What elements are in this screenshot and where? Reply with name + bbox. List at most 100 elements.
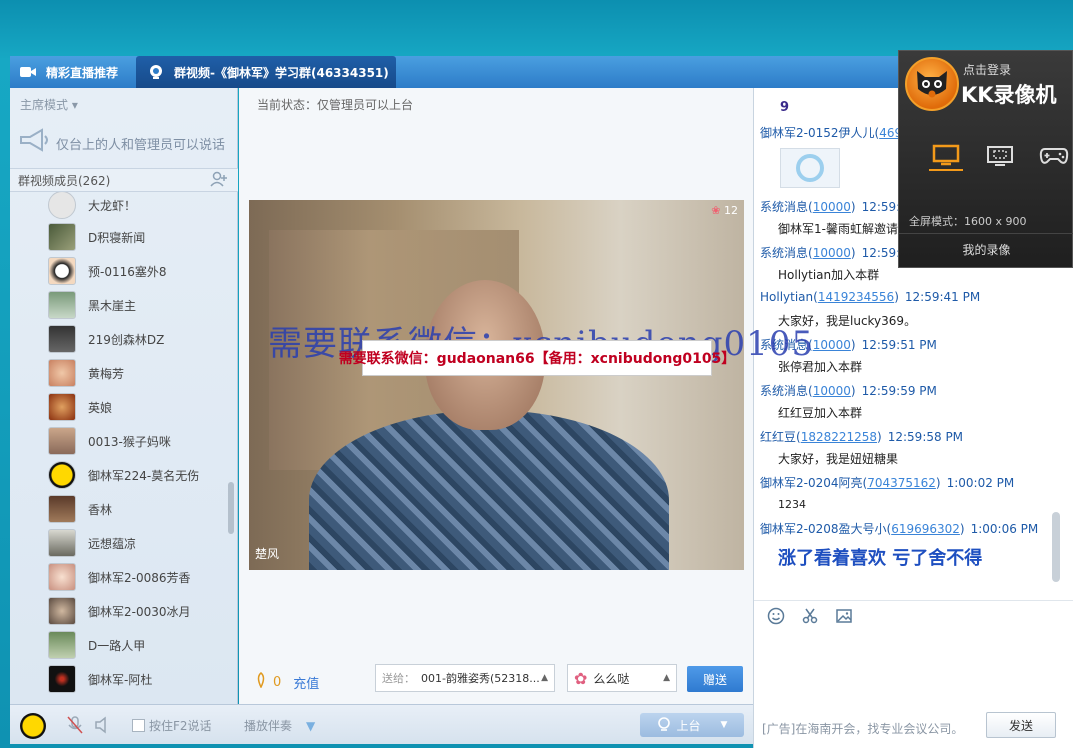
- qq-link[interactable]: 10000: [813, 384, 851, 398]
- qq-link[interactable]: 10000: [813, 338, 851, 352]
- qq-link[interactable]: 10000: [813, 246, 851, 260]
- avatar: [48, 563, 76, 591]
- list-item[interactable]: 香林: [48, 494, 112, 524]
- kk-my-videos-button[interactable]: 我的录像: [899, 233, 1073, 265]
- avatar[interactable]: [20, 713, 46, 739]
- stage-icon: [657, 716, 671, 734]
- list-item[interactable]: 大龙虾！: [48, 192, 136, 220]
- bottom-toolbar: 按住F2说话 播放伴奏 ▼ 上台 ▼: [10, 704, 753, 744]
- message-header: 系统消息(10000) 12:59:4: [760, 246, 908, 260]
- give-gift-button[interactable]: 赠送: [687, 666, 743, 692]
- speaker-icon[interactable]: [94, 715, 112, 735]
- avatar: [48, 359, 76, 387]
- list-item[interactable]: 远想蕴凉: [48, 528, 136, 558]
- go-stage-button[interactable]: 上台 ▼: [640, 713, 744, 737]
- mode-select[interactable]: 主席模式 ▾: [20, 96, 78, 113]
- push-f2-checkbox[interactable]: 按住F2说话: [132, 717, 212, 734]
- send-button[interactable]: 发送: [986, 712, 1056, 738]
- tab-label: 群视频-《御林军》学习群(46334351): [174, 65, 389, 80]
- accompany-dropdown[interactable]: 播放伴奏 ▼: [244, 717, 315, 734]
- video-camera-icon: [18, 64, 38, 80]
- list-item[interactable]: 御林军224-莫名无伤: [48, 460, 199, 490]
- list-item[interactable]: D一路人甲: [48, 630, 145, 660]
- chevron-down-icon: ▼: [720, 720, 728, 730]
- avatar: [48, 192, 76, 219]
- chevron-down-icon: ▼: [306, 718, 316, 733]
- qq-link[interactable]: 619696302: [891, 522, 960, 536]
- message-text: 大家好，我是妞妞糖果: [778, 452, 899, 466]
- list-item[interactable]: 0013-猴子妈咪: [48, 426, 171, 456]
- caret-up-icon: ▲: [663, 673, 670, 683]
- avatar: [48, 257, 76, 285]
- flower-balance: 0 充值: [255, 672, 319, 692]
- message-header: 红红豆(1828221258) 12:59:58 PM: [760, 430, 964, 444]
- chat-scrollbar[interactable]: [1052, 512, 1060, 582]
- message-header: Hollytian(1419234556) 12:59:41 PM: [760, 290, 981, 304]
- message-header: 御林军2-0208盈大号小(619696302) 1:00:06 PM: [760, 522, 1039, 536]
- ad-text[interactable]: [广告]在海南开会，找专业会议公司。: [762, 720, 963, 737]
- camera-user-name: 楚风: [255, 547, 280, 561]
- webcam-icon: [146, 64, 166, 80]
- image-thumbnail[interactable]: [780, 148, 840, 188]
- current-status: 当前状态：仅管理员可以上台: [257, 98, 414, 112]
- list-item[interactable]: 预-0116塞外8: [48, 256, 167, 286]
- member-list-scrollbar[interactable]: [228, 482, 234, 534]
- kk-login-link[interactable]: 点击登录: [963, 61, 1011, 78]
- list-item[interactable]: 御林军2-0030冰月: [48, 596, 191, 626]
- list-item[interactable]: 219创森林DZ: [48, 324, 164, 354]
- qq-link[interactable]: 10000: [813, 200, 851, 214]
- video-area: 当前状态：仅管理员可以上台 ❀ 12 楚风 0 充值 送给： 001-韵雅姿秀(…: [239, 88, 753, 704]
- qq-link[interactable]: 1419234556: [818, 290, 894, 304]
- flower-icon: ❀: [711, 204, 721, 217]
- avatar: [48, 291, 76, 319]
- message-text: 涨了看着喜欢 亏了舍不得: [778, 548, 983, 569]
- tab-live-recommend[interactable]: 精彩直播推荐: [18, 56, 136, 88]
- member-list: 大龙虾！ D积寝新闻 预-0116塞外8 黑木崖主 219创森林DZ 黄梅芳 英…: [10, 192, 238, 704]
- avatar: [48, 461, 76, 489]
- viewer-count: ❀ 12: [711, 204, 738, 217]
- message-header: 御林军2-0152伊人儿(469: [760, 126, 903, 140]
- avatar: [48, 631, 76, 659]
- gamepad-icon[interactable]: [1037, 141, 1071, 171]
- list-item[interactable]: 御林军-阿杜: [48, 664, 152, 694]
- camera-video[interactable]: ❀ 12 楚风: [249, 200, 744, 570]
- avatar: [48, 393, 76, 421]
- region-capture-icon[interactable]: [983, 141, 1017, 171]
- image-icon[interactable]: [834, 606, 854, 626]
- message-header: 系统消息(10000) 12:59:59 PM: [760, 384, 937, 398]
- message-text: Hollytian加入本群: [778, 268, 880, 282]
- gift-select[interactable]: ✿ 么么哒 ▲: [567, 664, 677, 692]
- message-text: 红红豆加入本群: [778, 406, 863, 420]
- scissors-icon[interactable]: [800, 606, 820, 626]
- list-item[interactable]: 御林军2-0086芳香: [48, 562, 191, 592]
- flower-icon: [255, 672, 267, 692]
- list-item[interactable]: 英娘: [48, 392, 112, 422]
- message-text: 1234: [778, 498, 806, 511]
- list-item[interactable]: D积寝新闻: [48, 222, 145, 252]
- fullscreen-monitor-icon[interactable]: [929, 141, 963, 171]
- qq-link[interactable]: 704375162: [867, 476, 936, 490]
- kk-fullscreen-mode: 全屏模式：1600 x 900: [909, 215, 1027, 228]
- qq-link[interactable]: 1828221258: [801, 430, 877, 444]
- charge-link[interactable]: 充值: [293, 673, 319, 692]
- add-member-icon[interactable]: [210, 171, 228, 190]
- avatar: [48, 597, 76, 625]
- emoji-icon[interactable]: [766, 606, 786, 626]
- kk-logo-icon: [905, 57, 959, 111]
- list-item[interactable]: 黑木崖主: [48, 290, 136, 320]
- kk-mode-icons: [929, 141, 1071, 171]
- caret-up-icon: ▲: [541, 673, 548, 683]
- gift-flower-icon: ✿: [574, 668, 588, 688]
- avatar: [48, 325, 76, 353]
- list-item[interactable]: 黄梅芳: [48, 358, 124, 388]
- tab-group-video[interactable]: 群视频-《御林军》学习群(46334351): [136, 56, 396, 88]
- kk-recorder-window: 点击登录 KK录像机 全屏模式：1600 x 900 我的录像: [898, 50, 1073, 268]
- tab-label: 精彩直播推荐: [46, 65, 119, 80]
- send-to-select[interactable]: 送给： 001-韵雅姿秀(52318... ▲: [375, 664, 555, 692]
- avatar: [48, 665, 76, 693]
- microphone-icon[interactable]: [66, 715, 84, 735]
- members-panel: 主席模式 ▾ 仅台上的人和管理员可以说话 群视频成员(262) 大龙虾！ D积寝…: [10, 88, 238, 704]
- message-header: 御林军2-0204阿亮(704375162) 1:00:02 PM: [760, 476, 1015, 490]
- megaphone-icon: [18, 128, 50, 158]
- checkbox-icon: [132, 719, 145, 732]
